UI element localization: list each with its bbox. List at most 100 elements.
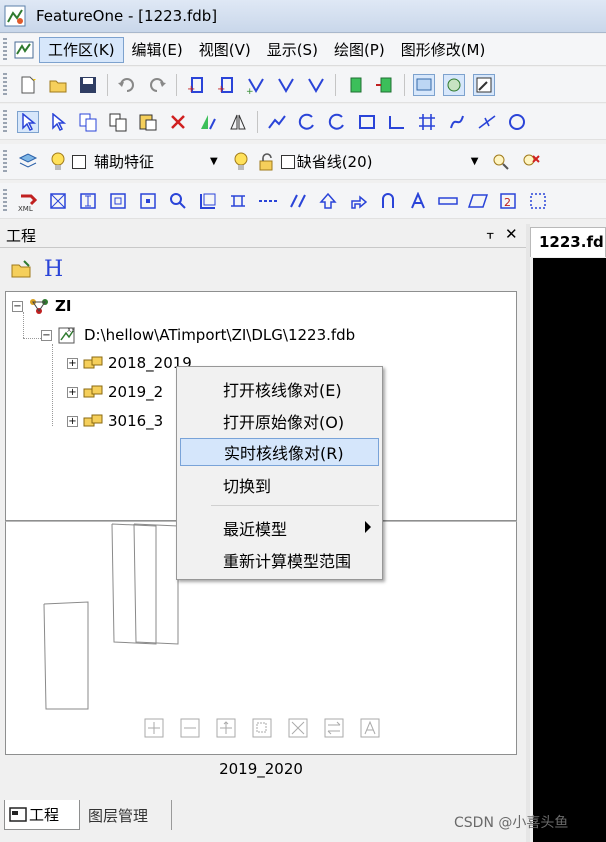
collapse-toggle[interactable]: −: [12, 300, 23, 312]
panel-splitter[interactable]: [526, 224, 530, 842]
paste-icon[interactable]: [137, 111, 159, 133]
measure-icon[interactable]: [227, 190, 249, 212]
menu-item-recalculate-extent[interactable]: 重新计算模型范围: [180, 546, 379, 574]
loop-icon[interactable]: [377, 190, 399, 212]
add-point-icon[interactable]: +: [185, 74, 207, 96]
expand-toggle[interactable]: +: [67, 386, 78, 398]
close-icon[interactable]: ✕: [505, 225, 518, 243]
toolbar-grip[interactable]: [3, 72, 7, 97]
undo-icon[interactable]: [116, 74, 138, 96]
menu-draw[interactable]: 绘图(P): [326, 37, 393, 63]
delete-icon[interactable]: [167, 111, 189, 133]
lightbulb-icon[interactable]: [49, 151, 67, 173]
tab-project[interactable]: 工程: [4, 800, 80, 830]
copy-icon[interactable]: [107, 111, 129, 133]
share-arrow-icon[interactable]: [347, 190, 369, 212]
tree-node-model[interactable]: + 3016_3: [67, 410, 163, 432]
tree-node-root[interactable]: − ZI: [12, 295, 71, 317]
parallelogram-icon[interactable]: [467, 190, 489, 212]
select-arrow-icon[interactable]: [17, 110, 39, 133]
tree-node-database[interactable]: − XY D:\hellow\ATimport\ZI\DLG\1223.fdb: [41, 324, 355, 346]
frame-icon[interactable]: [197, 190, 219, 212]
chevron-down-icon[interactable]: ▼: [210, 156, 218, 167]
new-file-icon[interactable]: [17, 74, 39, 96]
layer-clear-icon[interactable]: [520, 151, 542, 173]
open-project-icon[interactable]: [10, 258, 32, 280]
stereo-view-icon[interactable]: [413, 73, 435, 96]
zoom-view-icon[interactable]: [473, 73, 495, 96]
menu-item-open-epipolar-pair[interactable]: 打开核线像对(E): [180, 375, 379, 403]
expand-toggle[interactable]: +: [67, 415, 78, 427]
vertex-v3-icon[interactable]: [305, 74, 327, 96]
right-angle-icon[interactable]: [386, 111, 408, 133]
rectangle-icon[interactable]: [356, 111, 378, 133]
menu-display[interactable]: 显示(S): [259, 37, 326, 63]
number-box-icon[interactable]: 2: [497, 190, 519, 212]
layer-visible-checkbox[interactable]: [72, 154, 86, 169]
toolbar-grip[interactable]: [3, 188, 7, 213]
zoom-window-icon[interactable]: [252, 718, 272, 738]
vertex-v-icon[interactable]: +: [245, 74, 267, 96]
add-line-icon[interactable]: +: [215, 74, 237, 96]
menu-item-open-original-pair[interactable]: 打开原始像对(O): [180, 407, 379, 435]
magnifier-icon[interactable]: [167, 190, 189, 212]
redo-icon[interactable]: [146, 74, 168, 96]
feature-layer-combo[interactable]: 辅助特征: [94, 151, 202, 172]
save-icon[interactable]: [77, 74, 99, 96]
menu-view[interactable]: 视图(V): [191, 37, 259, 63]
copy-properties-icon[interactable]: [77, 111, 99, 133]
pan-icon[interactable]: [216, 718, 236, 738]
select-node-icon[interactable]: [47, 111, 69, 133]
menu-item-realtime-epipolar-pair[interactable]: 实时核线像对(R): [180, 438, 379, 466]
tree-node-model[interactable]: + 2018_2019: [67, 352, 192, 374]
lightbulb-icon[interactable]: [232, 151, 250, 173]
swap-icon[interactable]: [324, 718, 344, 738]
zoom-out-icon[interactable]: [180, 718, 200, 738]
toolbar-grip[interactable]: [3, 109, 7, 134]
line-layer-checkbox[interactable]: [280, 154, 295, 169]
document-tab[interactable]: 1223.fdb: [530, 227, 606, 257]
menu-modify[interactable]: 图形修改(M): [393, 37, 494, 63]
close-curve2-icon[interactable]: [326, 111, 348, 133]
close-curve-icon[interactable]: [296, 111, 318, 133]
menu-edit[interactable]: 编辑(E): [124, 37, 191, 63]
collapse-toggle[interactable]: −: [41, 329, 52, 341]
dashed-line-icon[interactable]: [257, 190, 279, 212]
layer-stack-icon[interactable]: [17, 151, 39, 173]
vertex-v2-icon[interactable]: [275, 74, 297, 96]
menu-item-switch-to[interactable]: 切换到: [180, 471, 379, 499]
toolbar-grip[interactable]: [3, 37, 7, 62]
expand-toggle[interactable]: +: [67, 357, 78, 369]
pin-icon[interactable]: ᚁ: [487, 226, 493, 241]
circle-icon[interactable]: [506, 111, 528, 133]
unlock-icon[interactable]: [255, 151, 277, 173]
box-dot-icon[interactable]: [137, 190, 159, 212]
workspace-icon[interactable]: [13, 39, 35, 61]
chevron-down-icon[interactable]: ▼: [471, 156, 479, 167]
fit-extent-icon[interactable]: [288, 718, 308, 738]
layer-add-icon[interactable]: [344, 74, 366, 96]
sync-view-icon[interactable]: [443, 73, 465, 96]
tab-layers[interactable]: 图层管理: [86, 800, 172, 830]
parallel-line-icon[interactable]: [287, 190, 309, 212]
h-button[interactable]: H: [44, 257, 63, 282]
tree-node-model[interactable]: + 2019_2: [67, 381, 163, 403]
box-inner-icon[interactable]: [107, 190, 129, 212]
break-line-icon[interactable]: [476, 111, 498, 133]
menu-item-recent-models[interactable]: 最近模型: [180, 514, 379, 542]
toolbar-grip[interactable]: [3, 149, 7, 174]
text-icon[interactable]: [407, 190, 429, 212]
box-i-icon[interactable]: [77, 190, 99, 212]
mirror-icon[interactable]: [227, 111, 249, 133]
rotate-icon[interactable]: [197, 111, 219, 133]
zoom-in-icon[interactable]: [144, 718, 164, 738]
xml-export-icon[interactable]: XML: [17, 190, 39, 212]
open-folder-icon[interactable]: [47, 74, 69, 96]
arrow-up-icon[interactable]: [317, 190, 339, 212]
menu-workspace[interactable]: 工作区(K): [39, 36, 124, 63]
ruler-icon[interactable]: [437, 190, 459, 212]
box-x-icon[interactable]: [47, 190, 69, 212]
line-layer-combo[interactable]: 缺省线(20): [297, 151, 463, 172]
layer-filter-icon[interactable]: [490, 151, 512, 173]
curve-icon[interactable]: [446, 111, 468, 133]
